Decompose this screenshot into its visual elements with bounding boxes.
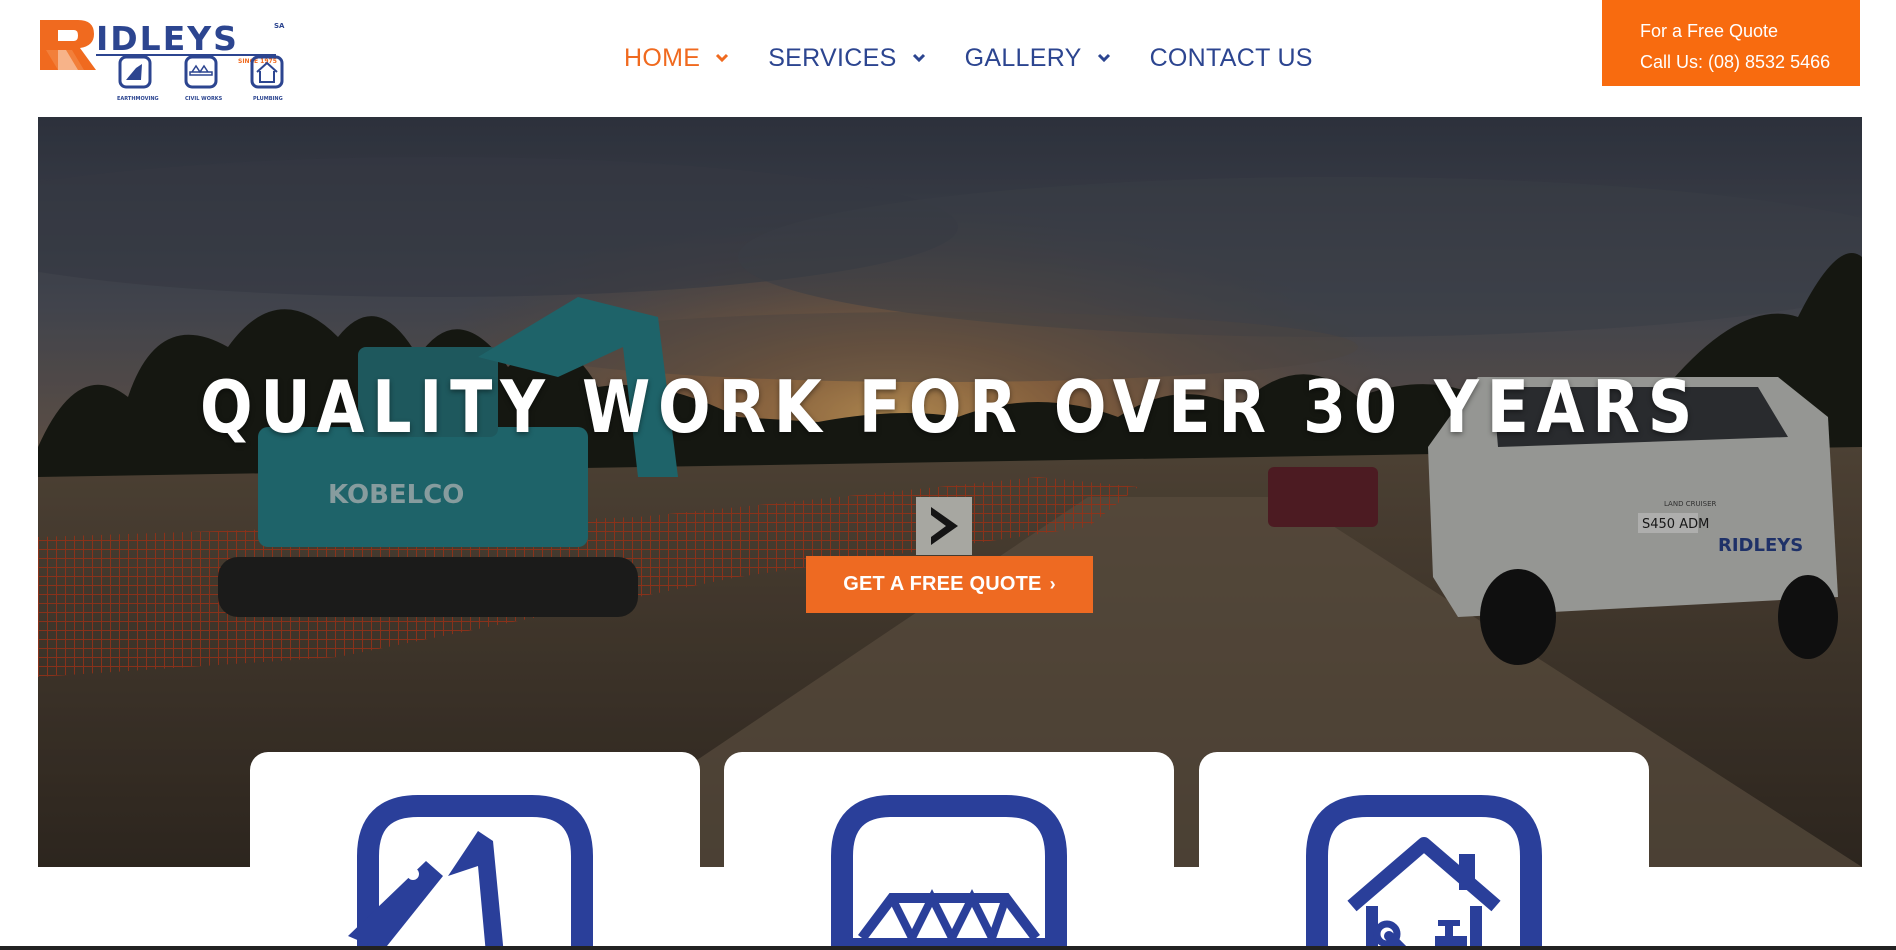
plumbing-house-icon (1306, 795, 1542, 950)
ridleys-logo[interactable]: IDLEYS SA SINCE 1975 EARTHMOVING CIVIL W… (38, 14, 288, 104)
chevron-down-icon (912, 53, 925, 63)
svg-text:IDLEYS: IDLEYS (96, 19, 239, 58)
svg-text:EARTHMOVING: EARTHMOVING (117, 96, 159, 102)
quote-call-box[interactable]: For a Free Quote Call Us: (08) 8532 5466 (1602, 0, 1860, 86)
chevron-right-icon: › (1049, 574, 1056, 594)
chevron-down-icon (716, 53, 729, 63)
service-card-civil-works[interactable] (724, 752, 1174, 950)
nav-item-gallery[interactable]: GALLERY (965, 44, 1112, 73)
nav-item-contact-us[interactable]: CONTACT US (1150, 44, 1313, 73)
phone-line[interactable]: Call Us: (08) 8532 5466 (1640, 47, 1860, 78)
nav-item-home-label: HOME (624, 43, 701, 72)
nav-item-home[interactable]: HOME (624, 44, 730, 73)
main-nav: HOME SERVICES GALLERY CONTACT US (624, 38, 1351, 78)
svg-text:PLUMBING: PLUMBING (253, 96, 283, 102)
site-header: IDLEYS SA SINCE 1975 EARTHMOVING CIVIL W… (0, 0, 1896, 117)
service-card-plumbing[interactable] (1199, 752, 1649, 950)
chevron-down-icon (1097, 53, 1110, 63)
nav-item-services-label: SERVICES (768, 43, 897, 72)
get-free-quote-button[interactable]: GET A FREE QUOTE › (806, 556, 1093, 613)
quote-line: For a Free Quote (1640, 21, 1779, 41)
service-card-earthmoving[interactable] (250, 752, 700, 950)
svg-text:SINCE 1975: SINCE 1975 (238, 58, 277, 65)
svg-text:CIVIL WORKS: CIVIL WORKS (185, 96, 223, 102)
nav-item-services[interactable]: SERVICES (768, 44, 926, 73)
page-bottom-divider (0, 946, 1896, 950)
excavator-icon (348, 795, 593, 950)
nav-item-gallery-label: GALLERY (964, 43, 1082, 72)
svg-text:SA: SA (274, 22, 285, 30)
nav-item-contact-us-label: CONTACT US (1149, 43, 1313, 72)
get-free-quote-label: GET A FREE QUOTE (843, 573, 1042, 595)
bridge-icon (831, 795, 1067, 950)
hero-title: QUALITY WORK FOR OVER 30 YEARS (199, 365, 1701, 449)
